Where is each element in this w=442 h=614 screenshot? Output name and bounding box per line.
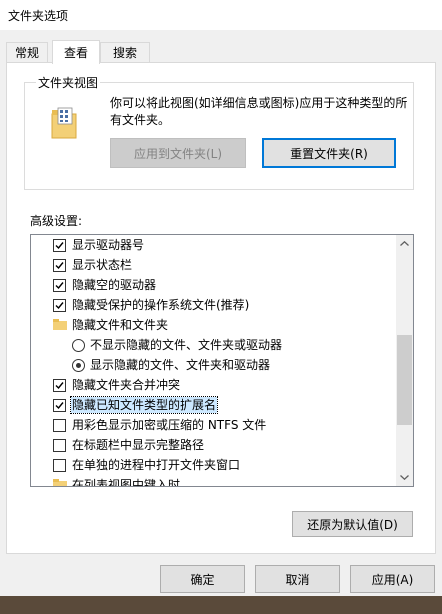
vertical-scrollbar[interactable] (396, 235, 413, 486)
scroll-down-arrow-icon[interactable] (396, 469, 413, 486)
reset-folders-button[interactable]: 重置文件夹(R) (262, 138, 396, 168)
radio-dot (76, 363, 81, 368)
checkbox[interactable] (53, 239, 66, 252)
list-item-label: 不显示隐藏的文件、文件夹或驱动器 (90, 338, 283, 352)
folder-views-title: 文件夹视图 (36, 74, 101, 91)
list-item[interactable]: 显示状态栏 (31, 255, 397, 275)
folder-icon (53, 319, 67, 330)
list-item[interactable]: 在单独的进程中打开文件夹窗口 (31, 455, 397, 475)
checkbox[interactable] (53, 399, 66, 412)
apply-button[interactable]: 应用(A) (350, 565, 435, 593)
list-item-label: 在列表视图中键入时 (72, 478, 181, 487)
checkbox[interactable] (53, 419, 66, 432)
list-item-label: 显示隐藏的文件、文件夹和驱动器 (90, 358, 271, 372)
desktop-background-strip (0, 596, 442, 614)
folder-views-description: 你可以将此视图(如详细信息或图标)应用于这种类型的所有文件夹。 (110, 96, 408, 127)
cancel-button[interactable]: 取消 (255, 565, 340, 593)
list-item: 在列表视图中键入时 (31, 475, 397, 487)
list-item[interactable]: 隐藏受保护的操作系统文件(推荐) (31, 295, 397, 315)
ok-button[interactable]: 确定 (160, 565, 245, 593)
list-item[interactable]: 隐藏文件夹合并冲突 (31, 375, 397, 395)
radio-button[interactable] (72, 359, 85, 372)
list-item-label: 隐藏受保护的操作系统文件(推荐) (72, 298, 250, 312)
list-item-label: 显示驱动器号 (72, 238, 145, 252)
title-bar: 文件夹选项 (0, 0, 442, 30)
apply-to-folders-button[interactable]: 应用到文件夹(L) (110, 138, 246, 168)
list-item-label: 隐藏已知文件类型的扩展名 (69, 396, 219, 414)
list-item-label: 隐藏空的驱动器 (72, 278, 157, 292)
list-item[interactable]: 隐藏已知文件类型的扩展名 (31, 395, 397, 415)
tab-general[interactable]: 常规 (6, 42, 48, 62)
scroll-thumb[interactable] (397, 335, 412, 425)
checkbox[interactable] (53, 259, 66, 272)
checkbox[interactable] (53, 439, 66, 452)
list-item[interactable]: 显示隐藏的文件、文件夹和驱动器 (31, 355, 397, 375)
scroll-up-arrow-icon[interactable] (396, 235, 413, 252)
list-item: 隐藏文件和文件夹 (31, 315, 397, 335)
checkbox[interactable] (53, 379, 66, 392)
list-item[interactable]: 在标题栏中显示完整路径 (31, 435, 397, 455)
folder-views-icon (51, 107, 77, 139)
list-item-label: 用彩色显示加密或压缩的 NTFS 文件 (72, 418, 267, 432)
list-item-label: 显示状态栏 (72, 258, 133, 272)
window-title: 文件夹选项 (8, 8, 69, 23)
list-item-label: 在单独的进程中打开文件夹窗口 (72, 458, 241, 472)
advanced-settings-label: 高级设置: (30, 214, 83, 228)
advanced-settings-list[interactable]: 显示驱动器号 显示状态栏 隐藏空的驱动器 隐藏受保护的操作系统文件(推荐) 隐藏… (30, 234, 414, 487)
restore-defaults-button[interactable]: 还原为默认值(D) (292, 511, 413, 537)
tab-search[interactable]: 搜索 (100, 42, 150, 62)
checkbox[interactable] (53, 459, 66, 472)
radio-button[interactable] (72, 339, 85, 352)
list-item[interactable]: 隐藏空的驱动器 (31, 275, 397, 295)
list-item-label: 隐藏文件夹合并冲突 (72, 378, 181, 392)
list-item-label: 在标题栏中显示完整路径 (72, 438, 205, 452)
list-item[interactable]: 用彩色显示加密或压缩的 NTFS 文件 (31, 415, 397, 435)
checkbox[interactable] (53, 279, 66, 292)
tab-view[interactable]: 查看 (52, 40, 100, 64)
list-item[interactable]: 不显示隐藏的文件、文件夹或驱动器 (31, 335, 397, 355)
checkbox[interactable] (53, 299, 66, 312)
list-item[interactable]: 显示驱动器号 (31, 235, 397, 255)
folder-icon (53, 479, 67, 486)
list-item-label: 隐藏文件和文件夹 (72, 318, 169, 332)
